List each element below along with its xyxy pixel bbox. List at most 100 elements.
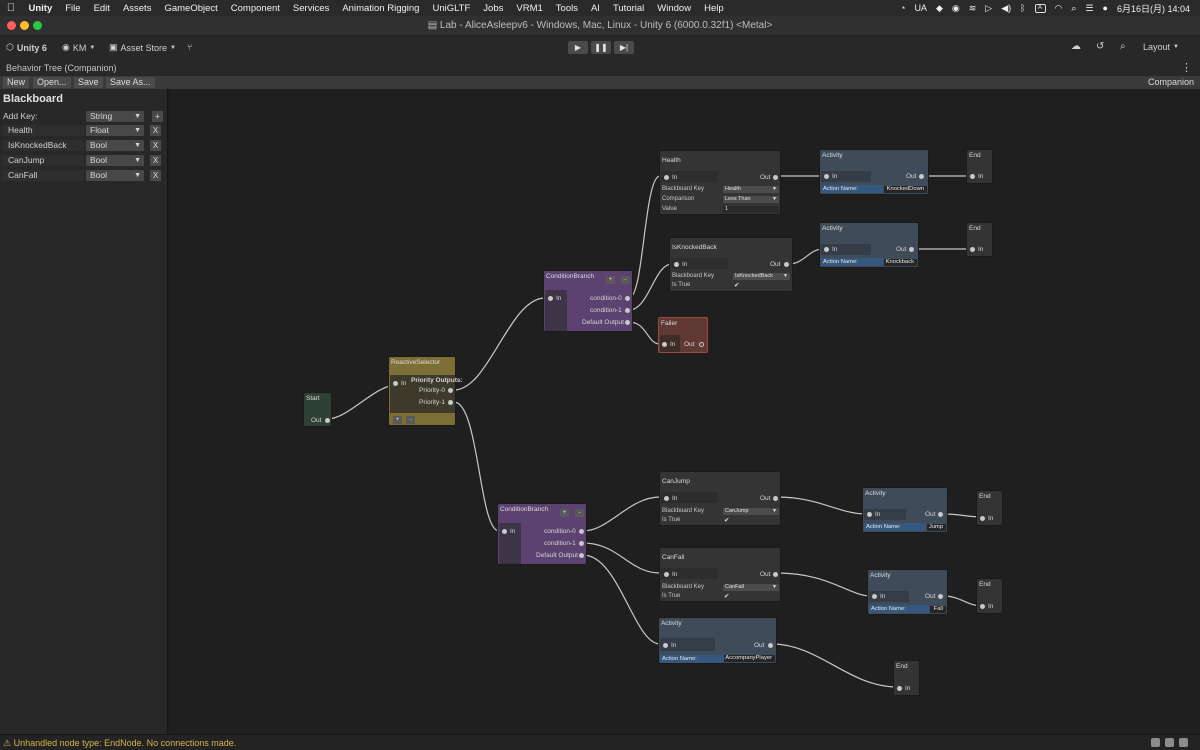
play-button[interactable]: ▶ (568, 41, 588, 54)
in-port[interactable] (867, 512, 872, 517)
input-source-label[interactable]: UA (914, 3, 927, 13)
in-port[interactable] (897, 686, 902, 691)
out-port[interactable] (938, 594, 943, 599)
remove-condition-button[interactable]: - (621, 276, 630, 284)
failer-node[interactable]: Failer In Out (658, 317, 708, 353)
is-true-checkbox[interactable]: ✔ (724, 516, 729, 524)
layout-dropdown[interactable]: Layout ▼ (1143, 42, 1179, 52)
key-type-dropdown[interactable]: Bool ▼ (86, 140, 144, 151)
key-name-field[interactable]: CanJump (2, 155, 84, 166)
editor-tab-title[interactable]: Behavior Tree (Companion) (6, 63, 117, 73)
search-icon[interactable]: ⌕ (1120, 41, 1126, 52)
start-node[interactable]: Start Out (303, 392, 332, 427)
menu-gameobject[interactable]: GameObject (158, 3, 224, 14)
menu-animation-rigging[interactable]: Animation Rigging (336, 3, 426, 14)
health-condition-node[interactable]: Health In Out Blackboard Key Health ▼ Com… (659, 150, 781, 215)
menu-tutorial[interactable]: Tutorial (606, 3, 650, 14)
out-port[interactable] (773, 175, 778, 180)
blackboard-key-dropdown[interactable]: CanJump ▼ (723, 508, 779, 515)
reactive-selector-node[interactable]: ReactiveSelector In Priority Outputs: Pr… (388, 356, 463, 426)
volume-icon[interactable]: ◀) (1001, 3, 1011, 14)
key-type-dropdown[interactable]: Bool ▼ (86, 170, 144, 181)
open-button[interactable]: Open... (33, 77, 71, 88)
action-name-field[interactable]: AccompanyPlayer (724, 655, 775, 662)
remove-condition-button[interactable]: - (575, 509, 584, 517)
cloud-icon[interactable]: ☁ (1071, 41, 1081, 52)
menu-assets[interactable]: Assets (116, 3, 158, 14)
in-port[interactable] (662, 342, 667, 347)
in-port[interactable] (664, 572, 669, 577)
in-port[interactable] (664, 175, 669, 180)
in-port[interactable] (970, 174, 975, 179)
menu-tools[interactable]: Tools (549, 3, 584, 14)
in-port[interactable] (970, 247, 975, 252)
activity-jump-node[interactable]: Activity In Out Action Name: Jump (862, 487, 948, 533)
unity-logo-button[interactable]: ⬡ Unity 6 (6, 42, 47, 53)
menu-vrm1[interactable]: VRM1 (510, 3, 549, 14)
out-port[interactable] (773, 572, 778, 577)
condition-0-port[interactable] (625, 296, 630, 301)
condition-branch-node[interactable]: ConditionBranch + - In condition-0 condi… (543, 270, 633, 332)
status-message[interactable]: ⚠ Unhandled node type: EndNode. No conne… (3, 738, 236, 749)
is-true-checkbox[interactable]: ✔ (734, 281, 739, 289)
menu-window[interactable]: Window (651, 3, 698, 14)
key-name-field[interactable]: IsKnockedBack (2, 140, 84, 151)
in-port[interactable] (674, 262, 679, 267)
account-icon[interactable]: ◉ (952, 3, 960, 14)
menu-ai[interactable]: AI (584, 3, 606, 14)
menu-edit[interactable]: Edit (87, 3, 116, 14)
condition-0-port[interactable] (579, 529, 584, 534)
action-name-field[interactable]: KnockedDown (884, 186, 927, 193)
layers-icon[interactable]: ≋ (969, 3, 977, 14)
kebab-menu-icon[interactable]: ⋮ (1181, 61, 1192, 74)
action-name-field[interactable]: Fall (930, 606, 946, 613)
in-port[interactable] (393, 381, 398, 386)
console-icon[interactable] (1151, 738, 1160, 747)
condition-1-port[interactable] (625, 308, 630, 313)
key-type-dropdown[interactable]: Float ▼ (86, 125, 144, 136)
pause-button[interactable]: ❚❚ (591, 41, 611, 54)
action-name-field[interactable]: Knockback (884, 259, 917, 266)
priority-1-port[interactable] (448, 400, 453, 405)
out-port[interactable] (699, 342, 704, 347)
out-port[interactable] (938, 512, 943, 517)
remove-key-button[interactable]: X (150, 155, 161, 166)
gauge-icon[interactable]: ◔ (900, 3, 905, 13)
search-icon[interactable]: ⌕ (1071, 3, 1076, 14)
in-port[interactable] (502, 529, 507, 534)
activity-knockback-node[interactable]: Activity In Out Action Name: Knockback (819, 222, 919, 268)
condition-1-port[interactable] (579, 541, 584, 546)
key-name-field[interactable]: CanFall (2, 170, 84, 181)
default-output-port[interactable] (579, 553, 584, 558)
menu-file[interactable]: File (59, 3, 87, 14)
in-port[interactable] (824, 174, 829, 179)
control-center-icon[interactable]: ☰ (1085, 3, 1093, 14)
menu-component[interactable]: Component (224, 3, 286, 14)
end-node[interactable]: End In (976, 490, 1003, 526)
in-port[interactable] (980, 516, 985, 521)
can-fall-condition-node[interactable]: CanFall In Out Blackboard Key CanFall ▼ I… (659, 547, 781, 602)
activity-accompany-player-node[interactable]: Activity In Out Action Name: AccompanyPl… (658, 617, 777, 664)
end-node[interactable]: End In (966, 149, 993, 184)
history-icon[interactable]: ↺ (1096, 41, 1104, 52)
end-node[interactable]: End In (976, 578, 1003, 614)
end-node[interactable]: End In (966, 222, 993, 257)
out-port[interactable] (919, 174, 924, 179)
in-port[interactable] (664, 496, 669, 501)
save-as-button[interactable]: Save As... (106, 77, 155, 88)
out-port[interactable] (768, 643, 773, 648)
add-key-type-dropdown[interactable]: String ▼ (86, 111, 144, 122)
in-port[interactable] (872, 594, 877, 599)
add-condition-button[interactable]: + (606, 276, 615, 284)
add-priority-button[interactable]: + (393, 416, 402, 424)
step-button[interactable]: ▶| (614, 41, 634, 54)
behavior-graph-canvas[interactable]: Start Out ReactiveSelector In Priority O… (169, 89, 1200, 734)
asset-store-dropdown[interactable]: ▣ Asset Store ▼ (109, 42, 176, 53)
blackboard-key-dropdown[interactable]: IsKnockedBack ▼ (733, 273, 790, 280)
in-port[interactable] (980, 604, 985, 609)
progress-icon[interactable] (1165, 738, 1174, 747)
default-output-port[interactable] (625, 320, 630, 325)
debug-icon[interactable] (1179, 738, 1188, 747)
menu-services[interactable]: Services (286, 3, 335, 14)
value-field[interactable]: 1 (723, 206, 779, 213)
